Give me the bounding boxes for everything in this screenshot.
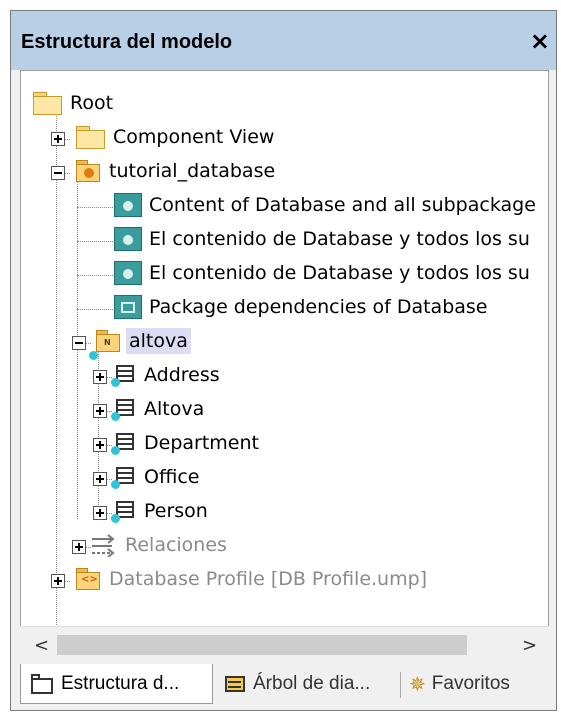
tab-model-tree[interactable]: Estructura d... — [20, 664, 213, 704]
expand-toggle[interactable] — [93, 370, 107, 384]
tree-node-label: Altova — [144, 398, 205, 420]
tree-node-table[interactable]: Office — [111, 463, 202, 491]
tree-node-label: altova — [126, 328, 191, 354]
expand-toggle[interactable] — [72, 540, 86, 554]
tab-label: Favoritos — [431, 673, 510, 694]
tree-node-label: tutorial_database — [109, 160, 276, 182]
panel-titlebar: Estructura del modelo × — [11, 11, 556, 70]
link-dot-icon — [89, 351, 98, 360]
tree-node-label: Root — [70, 92, 114, 114]
favorites-icon: ✵ — [409, 673, 426, 696]
expand-toggle[interactable] — [51, 132, 65, 146]
tree-node-label: El contenido de Database y todos los su — [149, 228, 530, 250]
tree-node-altova[interactable]: N altova — [96, 327, 191, 355]
expand-toggle[interactable] — [93, 404, 107, 418]
tree-line — [77, 207, 113, 208]
table-icon — [111, 500, 137, 523]
database-diagram-icon — [114, 227, 142, 251]
tree-node-root[interactable]: Root — [33, 89, 116, 117]
tab-favorites[interactable]: ✵ Favoritos — [405, 664, 555, 704]
tab-diagram-tree[interactable]: Árbol de dia... — [219, 664, 399, 704]
table-icon — [111, 398, 137, 421]
model-tree-panel: Estructura del modelo × Root Component V — [10, 10, 557, 711]
folder-icon — [31, 673, 55, 694]
tree-node-table[interactable]: Altova — [111, 395, 207, 423]
scroll-right-icon[interactable]: > — [522, 635, 537, 656]
profile-package-icon: <> — [76, 567, 102, 591]
tree-line — [56, 113, 57, 641]
tree-node-tutorial-database[interactable]: tutorial_database — [76, 157, 278, 185]
scrollbar-thumb[interactable] — [57, 635, 467, 655]
folder-icon — [33, 91, 63, 115]
table-icon — [111, 432, 137, 455]
package-diagram-icon — [114, 295, 142, 319]
tree-node-label: Content of Database and all subpackage — [149, 194, 536, 216]
tree-node-diagram[interactable]: Package dependencies of Database — [114, 293, 491, 321]
namespace-package-icon: N — [96, 329, 122, 353]
close-icon[interactable]: × — [530, 27, 550, 55]
expand-toggle[interactable] — [93, 438, 107, 452]
tree-node-diagram[interactable]: El contenido de Database y todos los su — [114, 225, 533, 253]
tree-node-component-view[interactable]: Component View — [76, 123, 277, 151]
table-icon — [111, 466, 137, 489]
model-tree: Root Component View tutorial_database Co… — [20, 70, 549, 664]
folder-icon — [76, 125, 106, 149]
tree-node-table[interactable]: Department — [111, 429, 262, 457]
tree-node-label: El contenido de Database y todos los su — [149, 262, 530, 284]
relations-icon — [90, 533, 118, 558]
tree-line — [77, 309, 113, 310]
expand-toggle[interactable] — [93, 506, 107, 520]
collapse-toggle[interactable] — [51, 166, 65, 180]
table-icon — [111, 364, 137, 387]
tree-node-label: Component View — [113, 126, 275, 148]
tree-node-label: Package dependencies of Database — [149, 296, 488, 318]
diagram-tree-icon — [223, 674, 247, 694]
expand-toggle[interactable] — [93, 472, 107, 486]
tree-node-label: Person — [144, 500, 208, 522]
horizontal-scrollbar[interactable]: < > — [20, 626, 549, 664]
tab-separator — [400, 672, 401, 698]
tree-node-database-profile[interactable]: <> Database Profile [DB Profile.ump] — [76, 565, 430, 593]
tree-node-label: Office — [144, 466, 200, 488]
tab-label: Estructura d... — [61, 672, 180, 694]
panel-tabs: Estructura d... Árbol de dia... ✵ Favori… — [11, 664, 556, 710]
tree-node-label: Department — [144, 432, 259, 454]
tree-line — [77, 241, 113, 242]
database-diagram-icon — [114, 193, 142, 217]
database-diagram-icon — [114, 261, 142, 285]
panel-title: Estructura del modelo — [21, 31, 233, 53]
tree-node-label: Address — [144, 364, 220, 386]
collapse-toggle[interactable] — [72, 336, 86, 350]
tree-node-label: Relaciones — [125, 534, 227, 556]
tree-node-diagram[interactable]: El contenido de Database y todos los su — [114, 259, 533, 287]
tree-node-table[interactable]: Address — [111, 361, 223, 389]
tree-node-diagram[interactable]: Content of Database and all subpackage — [114, 191, 539, 219]
scroll-left-icon[interactable]: < — [34, 635, 49, 656]
tree-node-label: Database Profile [DB Profile.ump] — [109, 568, 428, 590]
expand-toggle[interactable] — [51, 574, 65, 588]
tree-node-relaciones[interactable]: Relaciones — [90, 531, 230, 559]
tab-label: Árbol de dia... — [253, 673, 371, 694]
database-package-icon — [76, 159, 102, 183]
tree-node-table[interactable]: Person — [111, 497, 211, 525]
tree-line — [77, 275, 113, 276]
